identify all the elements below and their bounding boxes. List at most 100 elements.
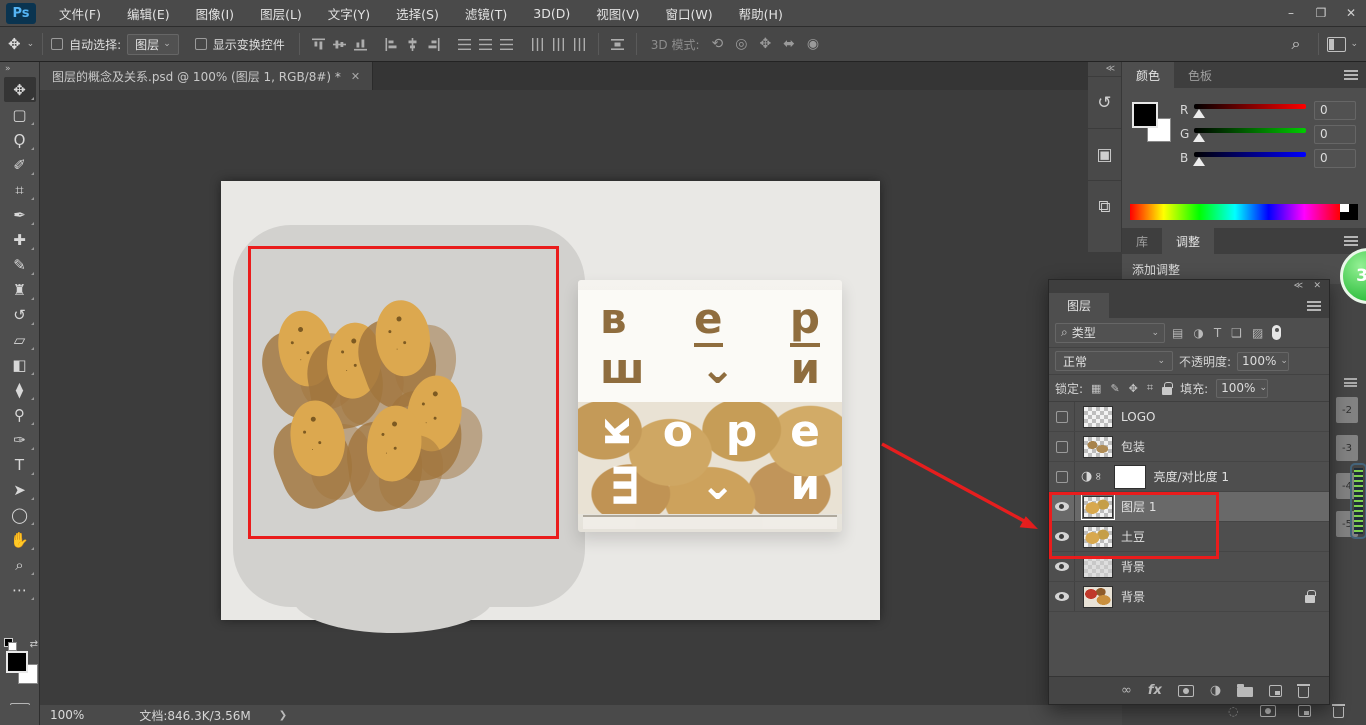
layer-name[interactable]: 包装	[1121, 438, 1145, 455]
layer-row[interactable]: LOGO	[1049, 402, 1329, 432]
eyedropper-tool[interactable]: ✒	[4, 202, 36, 227]
zoom-level[interactable]: 100%	[50, 708, 84, 722]
menu-item[interactable]: 图层(L)	[247, 0, 315, 26]
panel-menu-icon[interactable]	[1344, 70, 1358, 80]
type-tool[interactable]: T	[4, 452, 36, 477]
channel-value-input[interactable]: 0	[1314, 101, 1356, 120]
blend-mode-dropdown[interactable]: 正常 ⌄	[1055, 351, 1173, 371]
adjustment-filter-icon[interactable]: ◑	[1193, 326, 1203, 340]
menu-item[interactable]: 文件(F)	[46, 0, 114, 26]
group-layers-icon[interactable]	[1237, 687, 1253, 697]
smart-object-filter-icon[interactable]: ▨	[1252, 326, 1263, 340]
panel-menu-icon[interactable]	[1344, 236, 1358, 246]
menu-item[interactable]: 文字(Y)	[315, 0, 383, 26]
tab-color[interactable]: 颜色	[1122, 62, 1174, 88]
layers-panel-titlebar[interactable]: ≪ ✕	[1049, 280, 1329, 293]
toolbar-collapse-icon[interactable]: »	[0, 62, 39, 77]
layer-mask-icon[interactable]	[1178, 685, 1194, 697]
close-button[interactable]: ✕	[1336, 0, 1366, 26]
delete-layer-icon[interactable]	[1333, 707, 1344, 718]
auto-select-checkbox[interactable]	[51, 38, 63, 50]
channel-slider[interactable]	[1194, 149, 1306, 167]
layer-name[interactable]: LOGO	[1121, 410, 1155, 424]
layer-name[interactable]: 背景	[1121, 588, 1145, 605]
layer-thumbnail[interactable]	[1083, 436, 1113, 458]
fill-input[interactable]: 100% ⌄	[1216, 379, 1268, 398]
blur-tool[interactable]: ⧫	[4, 377, 36, 402]
brush-tool[interactable]: ✎	[4, 252, 36, 277]
layer-name[interactable]: 亮度/对比度 1	[1154, 468, 1230, 485]
3d-slide-icon[interactable]: ⬌	[783, 36, 795, 52]
notes-panel-icon[interactable]: ⧉	[1088, 180, 1121, 232]
distribute-bottom-edges-icon[interactable]	[500, 38, 513, 51]
visibility-empty-box[interactable]	[1049, 462, 1075, 491]
show-transform-checkbox[interactable]	[195, 38, 207, 50]
selection-icon[interactable]: ◌	[1228, 704, 1238, 718]
type-filter-icon[interactable]: T	[1214, 326, 1221, 340]
spot-healing-brush-tool[interactable]: ✚	[4, 227, 36, 252]
tab-swatches[interactable]: 色板	[1174, 62, 1226, 88]
more-tools[interactable]: ⋯	[4, 577, 36, 602]
layer-row[interactable]: 包装	[1049, 432, 1329, 462]
menu-item[interactable]: 编辑(E)	[114, 0, 183, 26]
layer-row[interactable]: 背景	[1049, 582, 1329, 612]
layer-mask-icon[interactable]	[1260, 705, 1276, 717]
align-top-edges-icon[interactable]	[312, 38, 325, 51]
align-right-edges-icon[interactable]	[427, 38, 440, 51]
distribute-vertical-centers-icon[interactable]	[479, 38, 492, 51]
lock-artboard-icon[interactable]: ⌗	[1147, 381, 1153, 395]
quick-selection-tool[interactable]: ✐	[4, 152, 36, 177]
close-panel-icon[interactable]: ✕	[1313, 281, 1321, 291]
3d-camera-icon[interactable]: ◉	[807, 36, 819, 52]
distribute-horizontal-centers-icon[interactable]	[552, 38, 565, 51]
swap-colors-icon[interactable]: ⇄	[30, 639, 38, 650]
distribute-right-edges-icon[interactable]	[573, 38, 586, 51]
document-tab[interactable]: 图层的概念及关系.psd @ 100% (图层 1, RGB/8#) * ✕	[40, 62, 373, 90]
lasso-tool[interactable]: Ϙ	[4, 127, 36, 152]
properties-panel-icon[interactable]: ▣	[1088, 128, 1121, 180]
collapse-panels-icon[interactable]: ≪	[1088, 62, 1121, 76]
default-colors-icon[interactable]	[4, 638, 13, 647]
distribute-spacing-icon[interactable]	[607, 38, 628, 51]
3d-roll-icon[interactable]: ◎	[735, 36, 747, 52]
lock-image-pixels-icon[interactable]: ✎	[1110, 382, 1119, 395]
pixel-filter-icon[interactable]: ▤	[1172, 326, 1183, 340]
search-icon[interactable]: ⌕	[1291, 34, 1300, 54]
channel-value-input[interactable]: 0	[1314, 125, 1356, 144]
workspace-switcher-icon[interactable]	[1327, 37, 1346, 52]
canvas-pasteboard[interactable]: верш⌄икореш⌄и	[40, 90, 1088, 705]
collapse-panel-icon[interactable]: ≪	[1294, 281, 1303, 291]
zoom-tool[interactable]: ⌕	[4, 552, 36, 577]
status-expand-icon[interactable]: ❯	[279, 710, 287, 721]
menu-item[interactable]: 窗口(W)	[653, 0, 726, 26]
shape-filter-icon[interactable]: ❑	[1231, 326, 1242, 340]
visibility-empty-box[interactable]	[1049, 432, 1075, 461]
distribute-spacing-icon[interactable]	[611, 38, 624, 51]
auto-select-dropdown[interactable]: 图层 ⌄	[127, 34, 179, 55]
move-tool[interactable]: ✥	[4, 77, 36, 102]
bw-spectrum-end[interactable]	[1340, 204, 1358, 220]
panel-menu-icon[interactable]	[1307, 301, 1321, 311]
opacity-input[interactable]: 100% ⌄	[1237, 352, 1289, 371]
menu-item[interactable]: 视图(V)	[583, 0, 652, 26]
tab-adjustments[interactable]: 调整	[1162, 228, 1214, 254]
foreground-color-swatch[interactable]	[6, 651, 28, 673]
layer-thumbnail[interactable]	[1114, 465, 1146, 489]
align-horizontal-centers-icon[interactable]	[406, 38, 419, 51]
hand-tool[interactable]: ✋	[4, 527, 36, 552]
document-canvas[interactable]: верш⌄икореш⌄и	[221, 181, 880, 620]
layer-filter-type-dropdown[interactable]: ⌕ 类型 ⌄	[1055, 323, 1165, 343]
history-panel-icon[interactable]: ↺	[1088, 76, 1121, 128]
align-bottom-edges-icon[interactable]	[354, 38, 367, 51]
clone-stamp-tool[interactable]: ♜	[4, 277, 36, 302]
eraser-tool[interactable]: ▱	[4, 327, 36, 352]
color-spectrum-ramp[interactable]	[1130, 204, 1340, 220]
panel-menu-icon[interactable]	[1344, 378, 1357, 387]
dock-scrollbar[interactable]	[1350, 463, 1366, 539]
align-vertical-centers-icon[interactable]	[333, 38, 346, 51]
minimize-button[interactable]: –	[1276, 0, 1306, 26]
gradient-tool[interactable]: ◧	[4, 352, 36, 377]
distribute-left-edges-icon[interactable]	[531, 38, 544, 51]
history-brush-tool[interactable]: ↺	[4, 302, 36, 327]
channel-slider[interactable]	[1194, 125, 1306, 143]
